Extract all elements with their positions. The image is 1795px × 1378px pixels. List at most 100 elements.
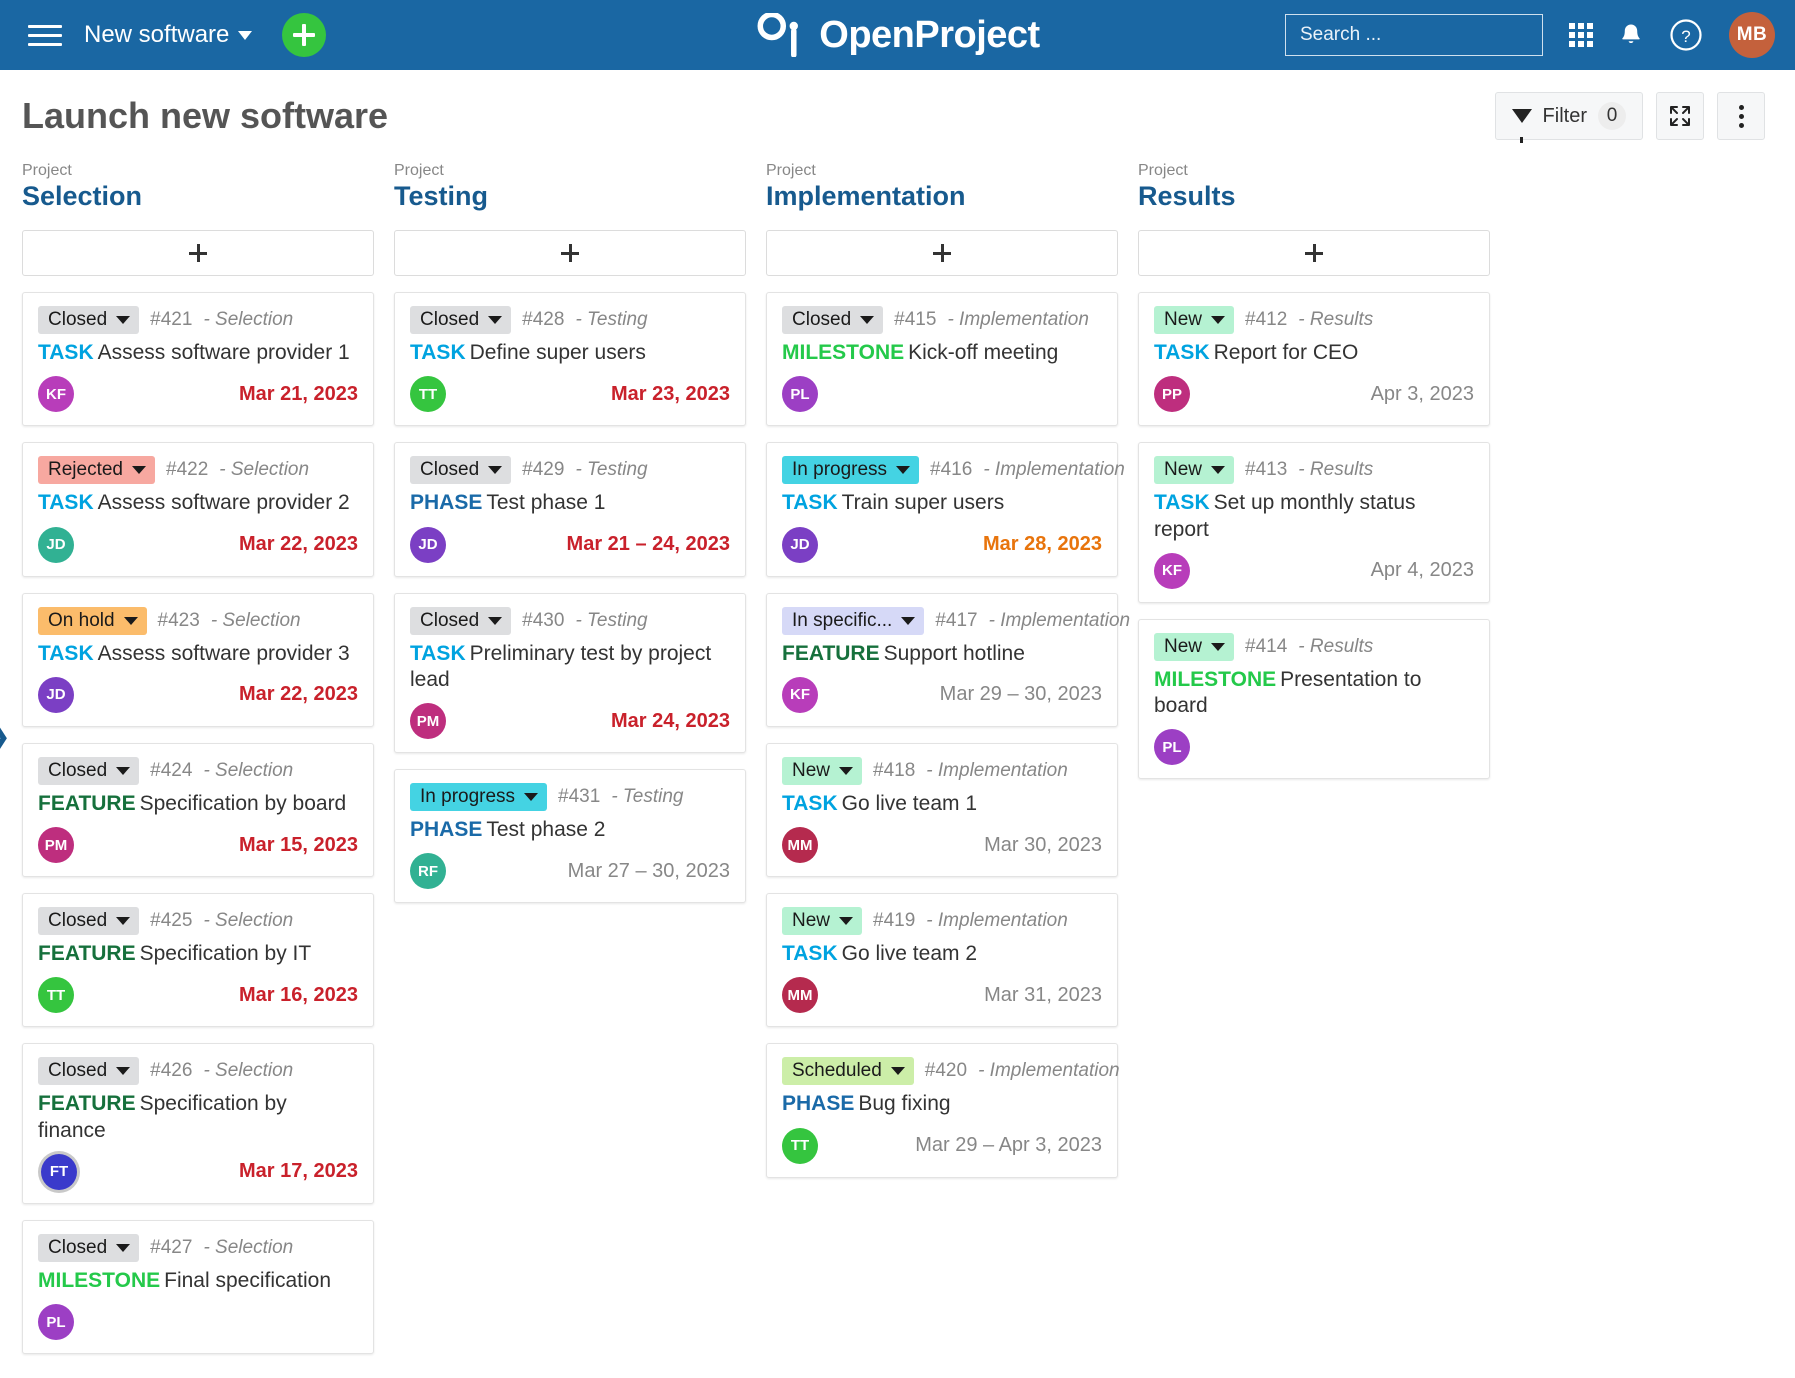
work-package-card[interactable]: New#413- ResultsTASKSet up monthly statu… [1138,442,1490,603]
status-badge[interactable]: In progress [410,783,547,811]
status-badge[interactable]: Closed [38,1234,139,1262]
work-package-card[interactable]: Scheduled#420- ImplementationPHASEBug fi… [766,1043,1118,1177]
work-package-card[interactable]: New#412- ResultsTASKReport for CEOPPApr … [1138,292,1490,426]
work-package-subject[interactable]: Assess software provider 2 [98,491,350,514]
modules-grid-icon[interactable] [1569,23,1593,47]
work-package-subject[interactable]: Test phase 1 [486,491,605,514]
global-add-button[interactable] [282,13,326,57]
fullscreen-button[interactable] [1656,92,1704,140]
work-package-card[interactable]: Closed#415- ImplementationMILESTONEKick-… [766,292,1118,426]
work-package-card[interactable]: Closed#421- SelectionTASKAssess software… [22,292,374,426]
assignee-avatar[interactable]: PM [38,827,74,863]
assignee-avatar[interactable]: KF [1154,553,1190,589]
project-selector[interactable]: New software [84,21,252,49]
assignee-avatar[interactable]: JD [38,677,74,713]
assignee-avatar[interactable]: TT [782,1128,818,1164]
work-package-id[interactable]: #414 [1245,636,1287,658]
assignee-avatar[interactable]: PM [410,703,446,739]
assignee-avatar[interactable]: KF [38,376,74,412]
work-package-subject[interactable]: Go live team 1 [842,792,977,815]
column-title[interactable]: Testing [394,181,746,212]
card-due-date[interactable]: Mar 24, 2023 [611,710,730,733]
card-due-date[interactable]: Mar 22, 2023 [239,533,358,556]
assignee-avatar[interactable]: FT [41,1154,77,1190]
status-badge[interactable]: Closed [38,907,139,935]
card-due-date[interactable]: Mar 16, 2023 [239,984,358,1007]
work-package-id[interactable]: #420 [925,1060,967,1082]
column-title[interactable]: Implementation [766,181,1118,212]
status-badge[interactable]: Closed [410,306,511,334]
work-package-id[interactable]: #430 [522,610,564,632]
status-badge[interactable]: New [1154,633,1234,661]
work-package-id[interactable]: #428 [522,309,564,331]
work-package-subject[interactable]: Support hotline [884,642,1025,665]
status-badge[interactable]: In specific... [782,607,924,635]
work-package-id[interactable]: #425 [150,910,192,932]
add-card-button[interactable] [766,230,1118,276]
status-badge[interactable]: New [1154,306,1234,334]
notifications-bell-icon[interactable] [1619,22,1643,49]
add-card-button[interactable] [1138,230,1490,276]
card-due-date[interactable]: Apr 4, 2023 [1371,559,1474,582]
work-package-id[interactable]: #422 [166,459,208,481]
assignee-avatar[interactable]: PP [1154,376,1190,412]
work-package-card[interactable]: Closed#424- SelectionFEATURESpecificatio… [22,743,374,877]
work-package-card[interactable]: In specific...#417- ImplementationFEATUR… [766,593,1118,727]
work-package-id[interactable]: #413 [1245,459,1287,481]
assignee-avatar[interactable]: PL [782,376,818,412]
work-package-subject[interactable]: Assess software provider 3 [98,642,350,665]
work-package-subject[interactable]: Report for CEO [1214,341,1359,364]
status-badge[interactable]: In progress [782,456,919,484]
work-package-card[interactable]: New#414- ResultsMILESTONEPresentation to… [1138,619,1490,780]
filter-button[interactable]: Filter 0 [1495,92,1643,140]
card-due-date[interactable]: Mar 27 – 30, 2023 [568,860,730,883]
work-package-subject[interactable]: Kick-off meeting [908,341,1058,364]
work-package-card[interactable]: Closed#429- TestingPHASETest phase 1JDMa… [394,442,746,576]
work-package-id[interactable]: #419 [873,910,915,932]
card-due-date[interactable]: Mar 21 – 24, 2023 [567,533,730,556]
work-package-card[interactable]: Closed#426- SelectionFEATURESpecificatio… [22,1043,374,1204]
work-package-subject[interactable]: Define super users [470,341,646,364]
work-package-card[interactable]: Rejected#422- SelectionTASKAssess softwa… [22,442,374,576]
work-package-id[interactable]: #429 [522,459,564,481]
column-title[interactable]: Results [1138,181,1490,212]
work-package-id[interactable]: #426 [150,1060,192,1082]
status-badge[interactable]: Closed [410,607,511,635]
add-card-button[interactable] [394,230,746,276]
work-package-subject[interactable]: Specification by board [140,792,347,815]
work-package-id[interactable]: #427 [150,1237,192,1259]
status-badge[interactable]: New [782,757,862,785]
work-package-subject[interactable]: Assess software provider 1 [98,341,350,364]
work-package-id[interactable]: #416 [930,459,972,481]
work-package-subject[interactable]: Final specification [164,1269,331,1292]
status-badge[interactable]: Closed [38,1057,139,1085]
card-due-date[interactable]: Mar 30, 2023 [984,834,1102,857]
work-package-id[interactable]: #431 [558,786,600,808]
assignee-avatar[interactable]: JD [782,527,818,563]
work-package-card[interactable]: In progress#431- TestingPHASETest phase … [394,769,746,903]
assignee-avatar[interactable]: MM [782,977,818,1013]
add-card-button[interactable] [22,230,374,276]
status-badge[interactable]: New [1154,456,1234,484]
work-package-card[interactable]: Closed#427- SelectionMILESTONEFinal spec… [22,1220,374,1354]
work-package-subject[interactable]: Train super users [842,491,1005,514]
openproject-logo[interactable]: OpenProject [755,13,1039,57]
work-package-subject[interactable]: Bug fixing [858,1092,950,1115]
card-due-date[interactable]: Mar 29 – 30, 2023 [940,683,1102,706]
assignee-avatar[interactable]: PL [1154,729,1190,765]
status-badge[interactable]: Scheduled [782,1057,914,1085]
work-package-id[interactable]: #415 [894,309,936,331]
help-icon[interactable]: ? [1669,18,1703,52]
status-badge[interactable]: New [782,907,862,935]
card-due-date[interactable]: Mar 31, 2023 [984,984,1102,1007]
card-due-date[interactable]: Mar 23, 2023 [611,383,730,406]
assignee-avatar[interactable]: TT [410,376,446,412]
work-package-card[interactable]: New#418- ImplementationTASKGo live team … [766,743,1118,877]
hamburger-menu-icon[interactable] [28,22,62,48]
work-package-card[interactable]: Closed#428- TestingTASKDefine super user… [394,292,746,426]
card-due-date[interactable]: Mar 15, 2023 [239,834,358,857]
search-input[interactable] [1300,24,1545,46]
card-due-date[interactable]: Mar 22, 2023 [239,683,358,706]
card-due-date[interactable]: Mar 28, 2023 [983,533,1102,556]
assignee-avatar[interactable]: TT [38,977,74,1013]
